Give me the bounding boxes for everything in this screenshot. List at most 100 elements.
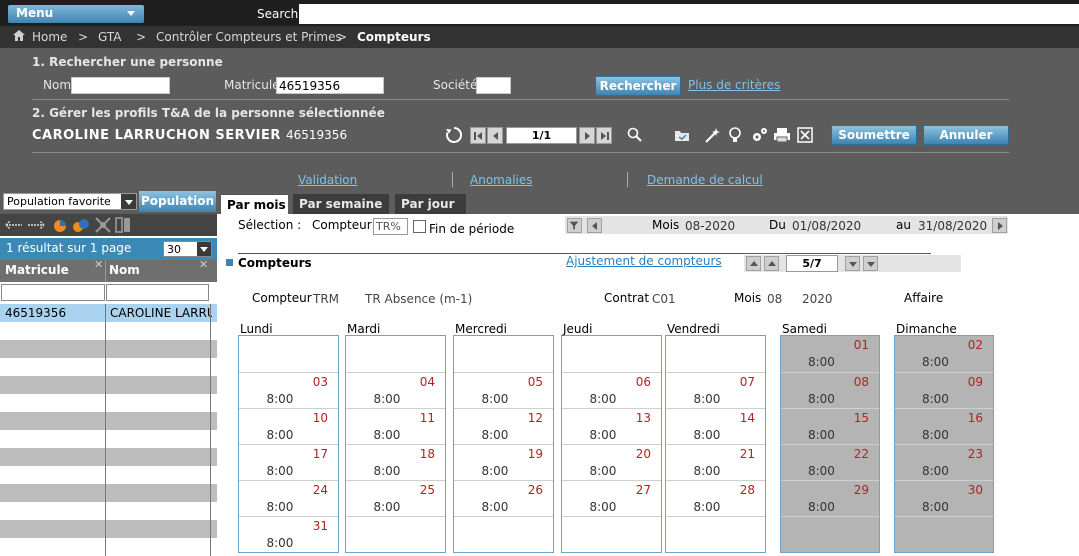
pie-icon[interactable] xyxy=(52,217,68,233)
close-icon[interactable]: ✕ xyxy=(199,258,208,271)
day-number: 18 xyxy=(419,447,435,461)
calendar-cell[interactable]: 28 8:00 xyxy=(666,480,765,516)
nom-filter-input[interactable] xyxy=(106,284,209,301)
filter-icon[interactable] xyxy=(567,218,582,233)
calendar-cell[interactable]: 09 8:00 xyxy=(895,372,993,408)
demande-calcul-link[interactable]: Demande de calcul xyxy=(647,173,763,187)
calendar-cell[interactable]: 12 8:00 xyxy=(454,408,553,444)
ajustement-link[interactable]: Ajustement de compteurs xyxy=(566,254,722,268)
calendar-cell[interactable]: 06 8:00 xyxy=(562,372,661,408)
submit-button[interactable]: Soumettre xyxy=(831,125,917,145)
last-compteur-button[interactable] xyxy=(863,256,878,271)
calendar-cell[interactable]: 14 8:00 xyxy=(666,408,765,444)
matricule-filter-input[interactable] xyxy=(1,284,105,301)
population-select[interactable]: Population favorite xyxy=(3,193,137,210)
population-button[interactable]: Population xyxy=(139,191,216,212)
search-button[interactable]: Rechercher xyxy=(595,76,681,96)
breadcrumb-controler[interactable]: Contrôler Compteurs et Primes xyxy=(156,30,342,44)
tab-par-semaine[interactable]: Par semaine xyxy=(293,194,389,214)
calendar-cell[interactable]: 24 8:00 xyxy=(239,480,338,516)
first-page-button[interactable] xyxy=(470,127,486,144)
calendar-cell[interactable]: 20 8:00 xyxy=(562,444,661,480)
nom-input[interactable] xyxy=(71,77,170,94)
calendar-cell[interactable]: 26 8:00 xyxy=(454,480,553,516)
calendar-cell[interactable]: 30 8:00 xyxy=(895,480,993,516)
prev-page-button[interactable] xyxy=(487,127,503,144)
day-number: 05 xyxy=(527,375,543,389)
search-icon[interactable] xyxy=(627,126,643,144)
calendar-cell[interactable]: 23 8:00 xyxy=(895,444,993,480)
calendar-cell[interactable]: 19 8:00 xyxy=(454,444,553,480)
day-number: 24 xyxy=(312,483,328,497)
calendar-cell[interactable]: 02 8:00 xyxy=(895,336,993,372)
more-criteria-link[interactable]: Plus de critères xyxy=(688,78,780,92)
fin-periode-checkbox[interactable] xyxy=(413,220,426,233)
prev-period-button[interactable] xyxy=(587,218,602,233)
calendar-cell[interactable]: 27 8:00 xyxy=(562,480,661,516)
excel-export-icon[interactable] xyxy=(797,126,813,144)
first-compteur-button[interactable] xyxy=(746,256,761,271)
calendar-cell[interactable]: 07 8:00 xyxy=(666,372,765,408)
calendar-cell[interactable]: 25 8:00 xyxy=(346,480,445,516)
compteur-input[interactable]: TR% xyxy=(373,218,408,235)
merge-icon[interactable] xyxy=(72,217,90,233)
calendar-cell[interactable]: 31 8:00 xyxy=(239,516,338,552)
breadcrumb-home[interactable]: Home xyxy=(32,30,67,44)
person-name: CAROLINE LARRUCHON SERVIER xyxy=(32,128,281,143)
info-mois-value: 08 xyxy=(767,292,783,306)
anomalies-link[interactable]: Anomalies xyxy=(470,173,533,187)
breadcrumb-gta[interactable]: GTA xyxy=(98,30,121,44)
expand-icon[interactable] xyxy=(95,217,111,233)
calendar-cell[interactable]: 21 8:00 xyxy=(666,444,765,480)
cancel-button[interactable]: Annuler xyxy=(923,125,1009,145)
calendar-cell[interactable]: 11 8:00 xyxy=(346,408,445,444)
prev-compteur-button[interactable] xyxy=(764,256,779,271)
column-matricule[interactable]: Matricule xyxy=(5,263,69,277)
per-page-select[interactable]: 30 xyxy=(163,241,212,257)
settings-icon[interactable] xyxy=(750,126,768,144)
print-icon[interactable] xyxy=(773,126,791,144)
next-page-button[interactable] xyxy=(579,127,595,144)
columns-icon[interactable] xyxy=(115,217,131,233)
calendar-cell[interactable]: 17 8:00 xyxy=(239,444,338,480)
calendar-cell[interactable]: 04 8:00 xyxy=(346,372,445,408)
day-value: 8:00 xyxy=(807,355,835,369)
tab-par-mois[interactable]: Par mois xyxy=(221,194,288,214)
column-divider xyxy=(105,304,106,556)
compteurs-title: Compteurs xyxy=(238,256,312,270)
calendar-cell[interactable]: 01 8:00 xyxy=(781,336,879,372)
day-header: Vendredi xyxy=(667,322,720,336)
calendar-cell[interactable]: 29 8:00 xyxy=(781,480,879,516)
last-page-button[interactable] xyxy=(596,127,612,144)
next-period-button[interactable] xyxy=(992,218,1007,233)
magic-wand-icon[interactable] xyxy=(704,126,720,144)
arrows-icon[interactable] xyxy=(4,218,46,232)
calendar-cell[interactable]: 18 8:00 xyxy=(346,444,445,480)
calendar-cell[interactable]: 10 8:00 xyxy=(239,408,338,444)
matricule-input[interactable]: 46519356 xyxy=(276,77,384,94)
refresh-icon[interactable] xyxy=(445,126,463,144)
calendar-cell[interactable]: 13 8:00 xyxy=(562,408,661,444)
close-icon[interactable]: ✕ xyxy=(94,258,103,271)
search-input[interactable] xyxy=(299,4,1079,24)
home-icon[interactable] xyxy=(13,30,25,41)
calendar-cell[interactable]: 16 8:00 xyxy=(895,408,993,444)
societe-input[interactable] xyxy=(476,77,511,94)
calendar-cell[interactable]: 22 8:00 xyxy=(781,444,879,480)
empty-row xyxy=(0,376,217,394)
folder-icon[interactable] xyxy=(674,126,690,144)
calendar-cell[interactable]: 08 8:00 xyxy=(781,372,879,408)
empty-row xyxy=(0,448,217,466)
menu-button[interactable]: Menu xyxy=(8,5,144,23)
calendar-cell[interactable]: 03 8:00 xyxy=(239,372,338,408)
lightbulb-icon[interactable] xyxy=(728,126,742,144)
calendar-cell[interactable]: 15 8:00 xyxy=(781,408,879,444)
column-nom[interactable]: Nom xyxy=(109,263,140,277)
table-row[interactable]: 46519356 CAROLINE LARRUCHON xyxy=(0,304,217,322)
next-compteur-button[interactable] xyxy=(845,256,860,271)
tab-par-jour[interactable]: Par jour xyxy=(395,194,466,214)
day-number: 07 xyxy=(739,375,755,389)
validation-link[interactable]: Validation xyxy=(298,173,357,187)
info-affaire-label: Affaire xyxy=(904,291,944,305)
calendar-cell[interactable]: 05 8:00 xyxy=(454,372,553,408)
